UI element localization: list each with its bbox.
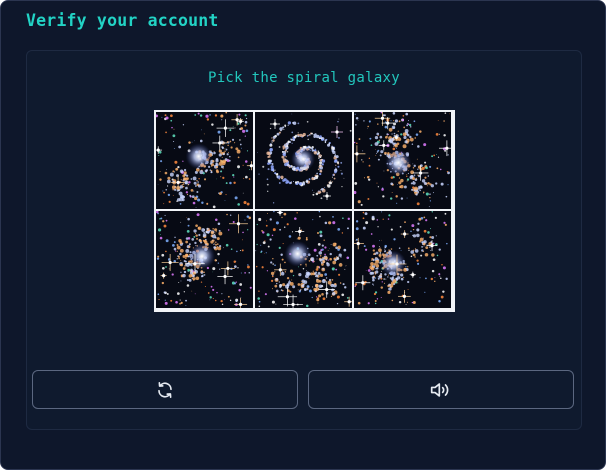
image-tile-3[interactable] <box>354 112 451 209</box>
image-tile-6[interactable] <box>354 211 451 308</box>
challenge-instruction: Pick the spiral galaxy <box>207 70 401 86</box>
captcha-window: Verify your account Pick the spiral gala… <box>0 0 606 470</box>
speaker-icon <box>430 382 449 397</box>
challenge-panel: Pick the spiral galaxy <box>26 50 582 430</box>
image-grid <box>154 110 455 312</box>
refresh-icon <box>158 381 172 398</box>
image-tile-2[interactable] <box>255 112 352 209</box>
refresh-button[interactable] <box>32 370 298 409</box>
image-tile-5[interactable] <box>255 211 352 308</box>
page-title: Verify your account <box>26 11 219 30</box>
audio-challenge-button[interactable] <box>308 370 574 409</box>
image-tile-4[interactable] <box>156 211 253 308</box>
image-tile-1[interactable] <box>156 112 253 209</box>
